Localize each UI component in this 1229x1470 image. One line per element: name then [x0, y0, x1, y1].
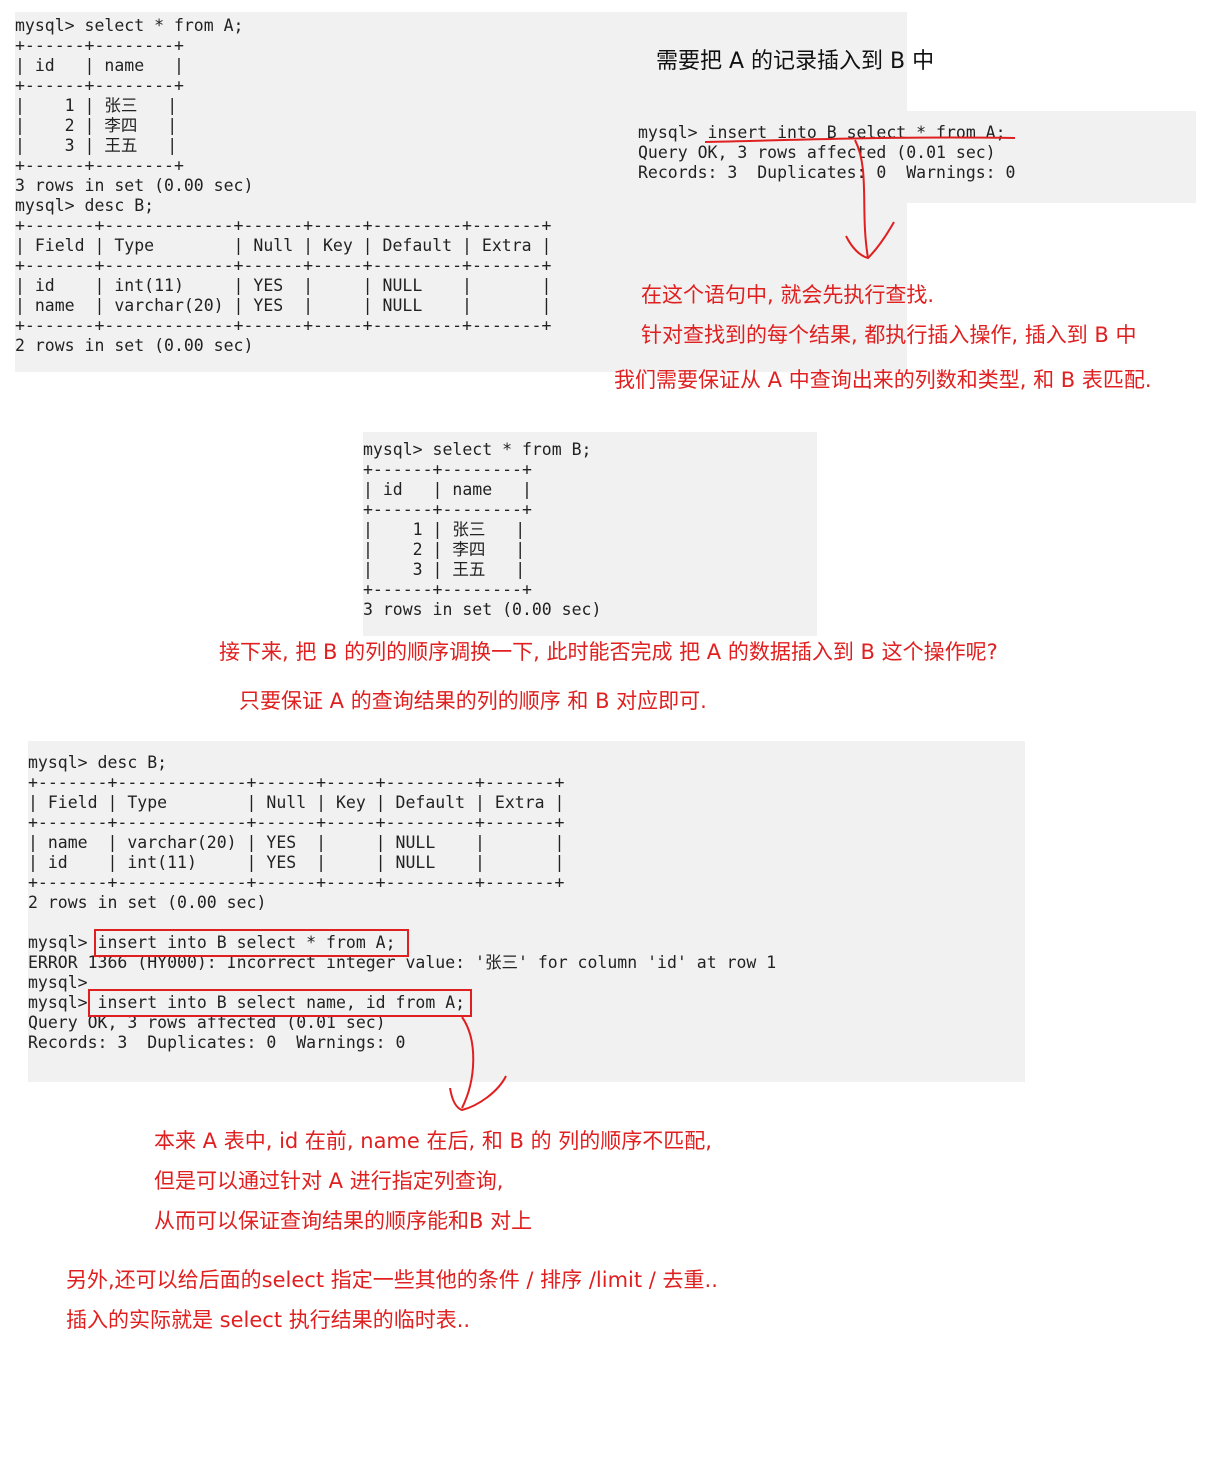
note-specify-columns: 但是可以通过针对 A 进行指定列查询, [154, 1169, 504, 1193]
note-execute-query-first: 在这个语句中, 就会先执行查找. [641, 283, 935, 307]
note-insert-each-result: 针对查找到的每个结果, 都执行插入操作, 插入到 B 中 [641, 323, 1137, 347]
terminal-line: | 1 | 张三 | [363, 520, 526, 539]
note-order-must-correspond: 只要保证 A 的查询结果的列的顺序 和 B 对应即可. [239, 689, 707, 713]
terminal-line: | 3 | 王五 | [363, 560, 526, 579]
terminal-line: Records: 3 Duplicates: 0 Warnings: 0 [28, 1033, 406, 1052]
note-swap-column-order: 接下来, 把 B 的列的顺序调换一下, 此时能否完成 把 A 的数据插入到 B … [219, 640, 998, 664]
terminal-line: Records: 3 Duplicates: 0 Warnings: 0 [638, 163, 1016, 182]
highlight-box-column-insert [88, 989, 472, 1017]
highlight-box-failed-insert [94, 929, 409, 957]
terminal-line: mysql> select * from A; [15, 16, 244, 35]
terminal-line: | Field | Type | Null | Key | Default | … [28, 793, 565, 812]
terminal-line: +------+--------+ [15, 76, 184, 95]
terminal-line: +-------+-------------+------+-----+----… [15, 216, 552, 235]
terminal-line: | id | name | [363, 480, 532, 499]
terminal-line: +------+--------+ [363, 500, 532, 519]
note-extra-conditions: 另外,还可以给后面的select 指定一些其他的条件 / 排序 /limit /… [66, 1268, 718, 1292]
note-columns-must-match: 我们需要保证从 A 中查询出来的列数和类型, 和 B 表匹配. [614, 368, 1152, 392]
terminal-line: Query OK, 3 rows affected (0.01 sec) [638, 143, 996, 162]
terminal-line: 2 rows in set (0.00 sec) [28, 893, 267, 912]
terminal-line: | 2 | 李四 | [363, 540, 526, 559]
terminal-line: +-------+-------------+------+-----+----… [28, 813, 565, 832]
terminal-line: | id | int(11) | YES | | NULL | | [28, 853, 565, 872]
note-temp-table: 插入的实际就是 select 执行结果的临时表.. [66, 1308, 471, 1332]
terminal-line: mysql> desc B; [28, 753, 168, 772]
heading-insert-a-into-b: 需要把 A 的记录插入到 B 中 [656, 49, 935, 74]
note-order-mismatch: 本来 A 表中, id 在前, name 在后, 和 B 的 列的顺序不匹配, [154, 1129, 712, 1153]
terminal-desc-b-insert: mysql> desc B; +-------+-------------+---… [28, 741, 1025, 1082]
terminal-line: | name | varchar(20) | YES | | NULL | | [28, 833, 565, 852]
terminal-select-b: mysql> select * from B; +------+--------+… [363, 432, 817, 636]
terminal-line: | Field | Type | Null | Key | Default | … [15, 236, 552, 255]
terminal-line: +-------+-------------+------+-----+----… [28, 773, 565, 792]
note-order-aligned: 从而可以保证查询结果的顺序能和B 对上 [154, 1209, 533, 1233]
terminal-line: +------+--------+ [363, 460, 532, 479]
terminal-line: +-------+-------------+------+-----+----… [15, 256, 552, 275]
terminal-line: +-------+-------------+------+-----+----… [28, 873, 565, 892]
terminal-line: 3 rows in set (0.00 sec) [363, 600, 602, 619]
terminal-line: mysql> insert into B select * from A; [638, 123, 1006, 142]
terminal-insert-select: mysql> insert into B select * from A; Que… [638, 111, 1196, 203]
terminal-line: mysql> select * from B; [363, 440, 592, 459]
terminal-line: +------+--------+ [363, 580, 532, 599]
